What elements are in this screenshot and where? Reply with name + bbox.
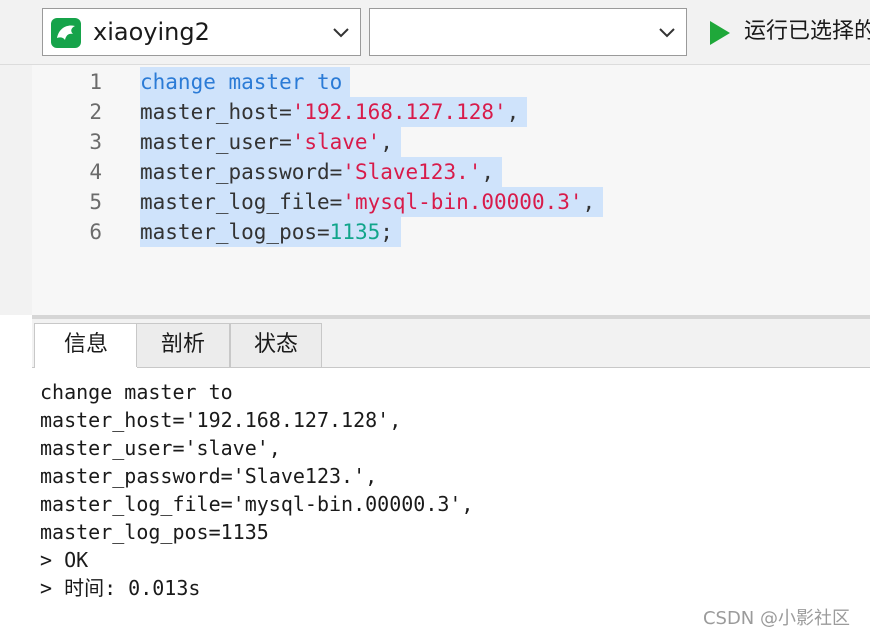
- code-text: master_log_file='mysql-bin.00000.3',: [140, 187, 604, 217]
- output-line: master_password='Slave123.',: [40, 464, 378, 488]
- database-select[interactable]: [369, 8, 687, 56]
- watermark: CSDN @小影社区: [702, 608, 850, 629]
- token-text: ,: [380, 130, 393, 154]
- code-line: 4 master_password='Slave123.',: [32, 157, 870, 187]
- connection-label: xiaoying2: [93, 18, 210, 46]
- line-number: 1: [89, 70, 102, 94]
- output-line: master_host='192.168.127.128',: [40, 408, 402, 432]
- token-text: master_host=: [140, 100, 292, 124]
- output-line: master_user='slave',: [40, 436, 281, 460]
- token-num: 1135: [329, 220, 381, 244]
- line-number: 4: [89, 160, 102, 184]
- chevron-down-icon: [658, 25, 676, 44]
- output-line: master_log_pos=1135: [40, 520, 269, 544]
- token-text: ,: [582, 190, 596, 214]
- token-text: master_log_pos=: [140, 220, 330, 244]
- output-line: master_log_file='mysql-bin.00000.3',: [40, 492, 474, 516]
- line-number: 6: [89, 220, 102, 244]
- code-text: master_host='192.168.127.128',: [140, 97, 528, 127]
- message-output: change master to master_host='192.168.127…: [32, 368, 870, 642]
- code-line: 6 master_log_pos=1135;: [32, 217, 870, 247]
- run-selected-label: 运行已选择的: [744, 19, 870, 44]
- play-icon: [708, 20, 732, 50]
- token-text: master_user=: [140, 130, 292, 154]
- token-text: ,: [506, 100, 520, 124]
- token-text: master_log_file=: [140, 190, 343, 214]
- token-text: ;: [380, 220, 393, 244]
- output-line: > 时间: 0.013s: [40, 576, 201, 600]
- chevron-down-icon: [332, 25, 350, 44]
- line-number: 3: [89, 130, 102, 154]
- editor-gutter-strip: [0, 65, 32, 315]
- output-line: > OK: [40, 548, 89, 572]
- token-str: 'Slave123.': [342, 160, 482, 184]
- token-kw: change master to: [140, 70, 343, 94]
- result-tabs: 信息 剖析 状态: [32, 319, 870, 369]
- token-text: master_password=: [140, 160, 343, 184]
- code-line: 2 master_host='192.168.127.128',: [32, 97, 870, 127]
- token-text: ,: [481, 160, 495, 184]
- token-str: '192.168.127.128': [291, 100, 507, 124]
- line-number: 2: [89, 100, 102, 124]
- tab-status[interactable]: 状态: [230, 323, 322, 367]
- tab-profile[interactable]: 剖析: [136, 323, 230, 367]
- code-text: change master to: [140, 67, 351, 97]
- code-line: 1 change master to: [32, 67, 870, 97]
- code-line: 5 master_log_file='mysql-bin.00000.3',: [32, 187, 870, 217]
- sql-editor[interactable]: 1 change master to 2 master_host='192.168.1…: [32, 65, 870, 315]
- line-number: 5: [89, 190, 102, 214]
- token-str: 'slave': [291, 130, 381, 154]
- token-str: 'mysql-bin.00000.3': [342, 190, 583, 214]
- code-text: master_password='Slave123.',: [140, 157, 503, 187]
- toolbar: xiaoying2 运行已选择的: [0, 0, 870, 65]
- tab-info[interactable]: 信息: [34, 323, 138, 369]
- code-text: master_log_pos=1135;: [140, 217, 401, 247]
- code-line: 3 master_user='slave',: [32, 127, 870, 157]
- output-line: change master to: [40, 380, 233, 404]
- run-selected-button[interactable]: 运行已选择的: [700, 8, 870, 56]
- connection-select[interactable]: xiaoying2: [42, 8, 361, 56]
- dolphin-icon: [51, 18, 81, 48]
- code-text: master_user='slave',: [140, 127, 401, 157]
